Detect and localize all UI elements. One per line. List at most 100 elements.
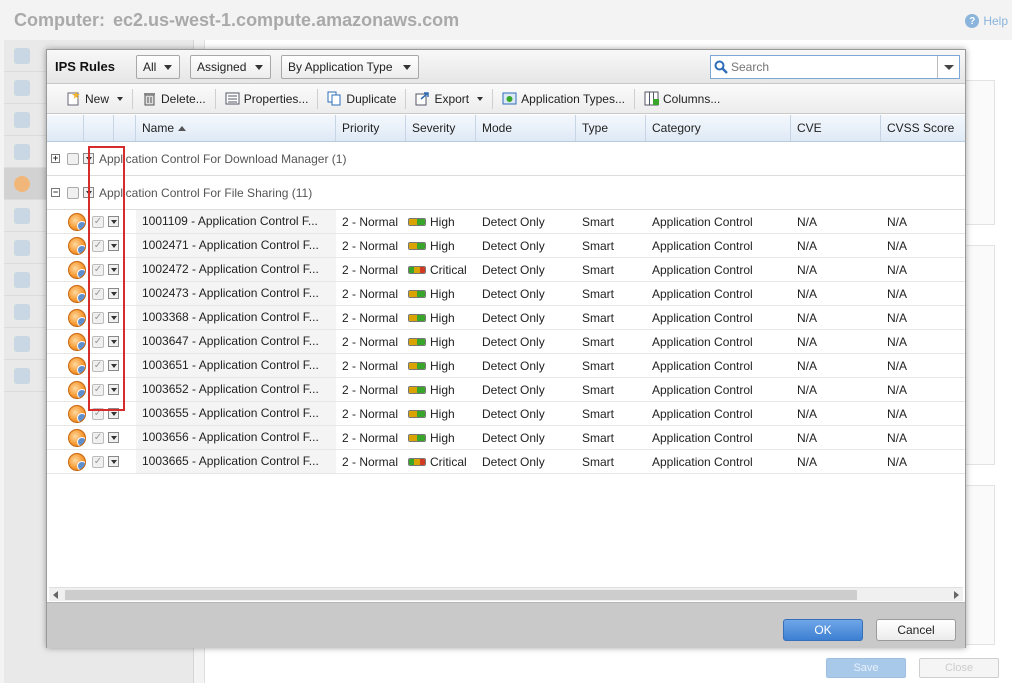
rule-menu-button[interactable] <box>108 216 119 227</box>
horizontal-scrollbar[interactable] <box>49 587 963 601</box>
cancel-button[interactable]: Cancel <box>876 619 956 641</box>
new-button[interactable]: New <box>57 88 132 110</box>
search-options-dropdown[interactable] <box>937 56 959 78</box>
severity-indicator: High <box>408 383 455 397</box>
table-row[interactable]: ✓ 1003652 - Application Control F... 2 - N… <box>47 378 965 402</box>
rule-assigned-checkbox[interactable]: ✓ <box>92 384 104 396</box>
group-menu-button[interactable] <box>83 153 94 164</box>
rule-category: Application Control <box>652 262 753 277</box>
scroll-left-icon[interactable] <box>53 591 58 599</box>
chevron-down-icon <box>110 411 117 416</box>
rule-priority: 2 - Normal <box>342 310 399 325</box>
table-row[interactable]: ✓ 1002471 - Application Control F... 2 - N… <box>47 234 965 258</box>
table-row[interactable]: ✓ 1002472 - Application Control F... 2 - N… <box>47 258 965 282</box>
rule-assigned-checkbox[interactable]: ✓ <box>92 360 104 372</box>
rule-name: 1003655 - Application Control F... <box>136 402 336 425</box>
column-header-mode[interactable]: Mode <box>476 115 576 141</box>
severity-indicator: High <box>408 287 455 301</box>
group-menu-button[interactable] <box>83 187 94 198</box>
rule-assigned-checkbox[interactable]: ✓ <box>92 456 104 468</box>
ok-button[interactable]: OK <box>783 619 863 641</box>
collapse-icon[interactable]: − <box>51 188 60 197</box>
properties-icon <box>225 91 240 106</box>
search-input[interactable] <box>731 57 937 77</box>
rule-menu-button[interactable] <box>108 456 119 467</box>
rule-assigned-checkbox[interactable]: ✓ <box>92 264 104 276</box>
group-row[interactable]: + Application Control For Download Manag… <box>47 142 965 176</box>
rule-mode: Detect Only <box>482 334 545 349</box>
help-link[interactable]: ? Help <box>965 14 1008 28</box>
rule-name: 1003368 - Application Control F... <box>136 306 336 329</box>
chevron-down-icon <box>110 363 117 368</box>
chevron-down-icon <box>164 64 172 70</box>
rule-menu-button[interactable] <box>108 408 119 419</box>
rule-menu-button[interactable] <box>108 264 119 275</box>
table-row[interactable]: ✓ 1003665 - Application Control F... 2 - N… <box>47 450 965 474</box>
rule-menu-button[interactable] <box>108 312 119 323</box>
grouping-dropdown[interactable]: By Application Type <box>281 55 419 79</box>
application-types-button[interactable]: Application Types... <box>493 88 634 110</box>
rule-assigned-checkbox[interactable]: ✓ <box>92 240 104 252</box>
scroll-right-icon[interactable] <box>954 591 959 599</box>
rule-menu-button[interactable] <box>108 336 119 347</box>
rule-assigned-checkbox[interactable]: ✓ <box>92 408 104 420</box>
table-row[interactable]: ✓ 1003656 - Application Control F... 2 - N… <box>47 426 965 450</box>
duplicate-button[interactable]: Duplicate <box>318 88 405 110</box>
chevron-down-icon <box>943 64 954 70</box>
table-row[interactable]: ✓ 1003651 - Application Control F... 2 - N… <box>47 354 965 378</box>
ips-rules-dialog: IPS Rules All Assigned By Application Ty… <box>46 49 966 648</box>
scrollbar-thumb[interactable] <box>65 590 857 600</box>
rule-assigned-checkbox[interactable]: ✓ <box>92 216 104 228</box>
settings-icon <box>14 303 30 320</box>
group-row[interactable]: − Application Control For File Sharing (… <box>47 176 965 210</box>
rule-menu-button[interactable] <box>108 288 119 299</box>
dialog-toolbar: New Delete... Properties... Duplicate Ex… <box>47 84 965 114</box>
column-header-cve[interactable]: CVE <box>791 115 881 141</box>
filter-assigned-dropdown[interactable]: Assigned <box>190 55 271 79</box>
rule-menu-button[interactable] <box>108 384 119 395</box>
search-icon <box>711 60 731 74</box>
chevron-down-icon <box>85 190 92 195</box>
column-header-severity[interactable]: Severity <box>406 115 476 141</box>
firewall-icon <box>14 143 30 160</box>
rule-assigned-checkbox[interactable]: ✓ <box>92 288 104 300</box>
columns-icon <box>644 91 659 106</box>
table-row[interactable]: ✓ 1002473 - Application Control F... 2 - N… <box>47 282 965 306</box>
group-checkbox[interactable] <box>67 152 79 165</box>
close-button[interactable]: Close <box>919 658 999 678</box>
rule-menu-button[interactable] <box>108 360 119 371</box>
rule-assigned-checkbox[interactable]: ✓ <box>92 432 104 444</box>
group-checkbox[interactable] <box>67 186 79 199</box>
export-button[interactable]: Export <box>406 88 492 110</box>
dialog-footer: OK Cancel <box>47 602 965 648</box>
severity-indicator: High <box>408 239 455 253</box>
column-header-type[interactable]: Type <box>576 115 646 141</box>
rule-menu-button[interactable] <box>108 432 119 443</box>
severity-label: High <box>430 239 455 253</box>
table-row[interactable]: ✓ 1003655 - Application Control F... 2 - N… <box>47 402 965 426</box>
table-row[interactable]: ✓ 1003368 - Application Control F... 2 - N… <box>47 306 965 330</box>
chevron-down-icon <box>110 243 117 248</box>
properties-button[interactable]: Properties... <box>216 88 318 110</box>
rule-assigned-checkbox[interactable]: ✓ <box>92 336 104 348</box>
filter-all-dropdown[interactable]: All <box>136 55 180 79</box>
column-header-category[interactable]: Category <box>646 115 791 141</box>
table-row[interactable]: ✓ 1001109 - Application Control F... 2 - N… <box>47 210 965 234</box>
chevron-down-icon <box>403 64 411 70</box>
computer-title: Computer: ec2.us-west-1.compute.amazonaws… <box>14 10 460 30</box>
columns-button[interactable]: Columns... <box>635 88 729 110</box>
rule-assigned-checkbox[interactable]: ✓ <box>92 312 104 324</box>
rule-menu-button[interactable] <box>108 240 119 251</box>
delete-button[interactable]: Delete... <box>133 88 215 110</box>
rule-cvss: N/A <box>887 406 908 421</box>
expand-icon[interactable]: + <box>51 154 60 163</box>
rule-type: Smart <box>582 286 615 301</box>
column-header-cvss-score[interactable]: CVSS Score <box>881 115 965 141</box>
severity-bar-icon <box>408 410 426 418</box>
overrides-icon <box>14 367 30 384</box>
save-button[interactable]: Save <box>826 658 906 678</box>
table-row[interactable]: ✓ 1003647 - Application Control F... 2 - N… <box>47 330 965 354</box>
column-header-priority[interactable]: Priority <box>336 115 406 141</box>
column-header-name[interactable]: Name <box>136 115 336 141</box>
rule-severity: High <box>408 430 478 445</box>
